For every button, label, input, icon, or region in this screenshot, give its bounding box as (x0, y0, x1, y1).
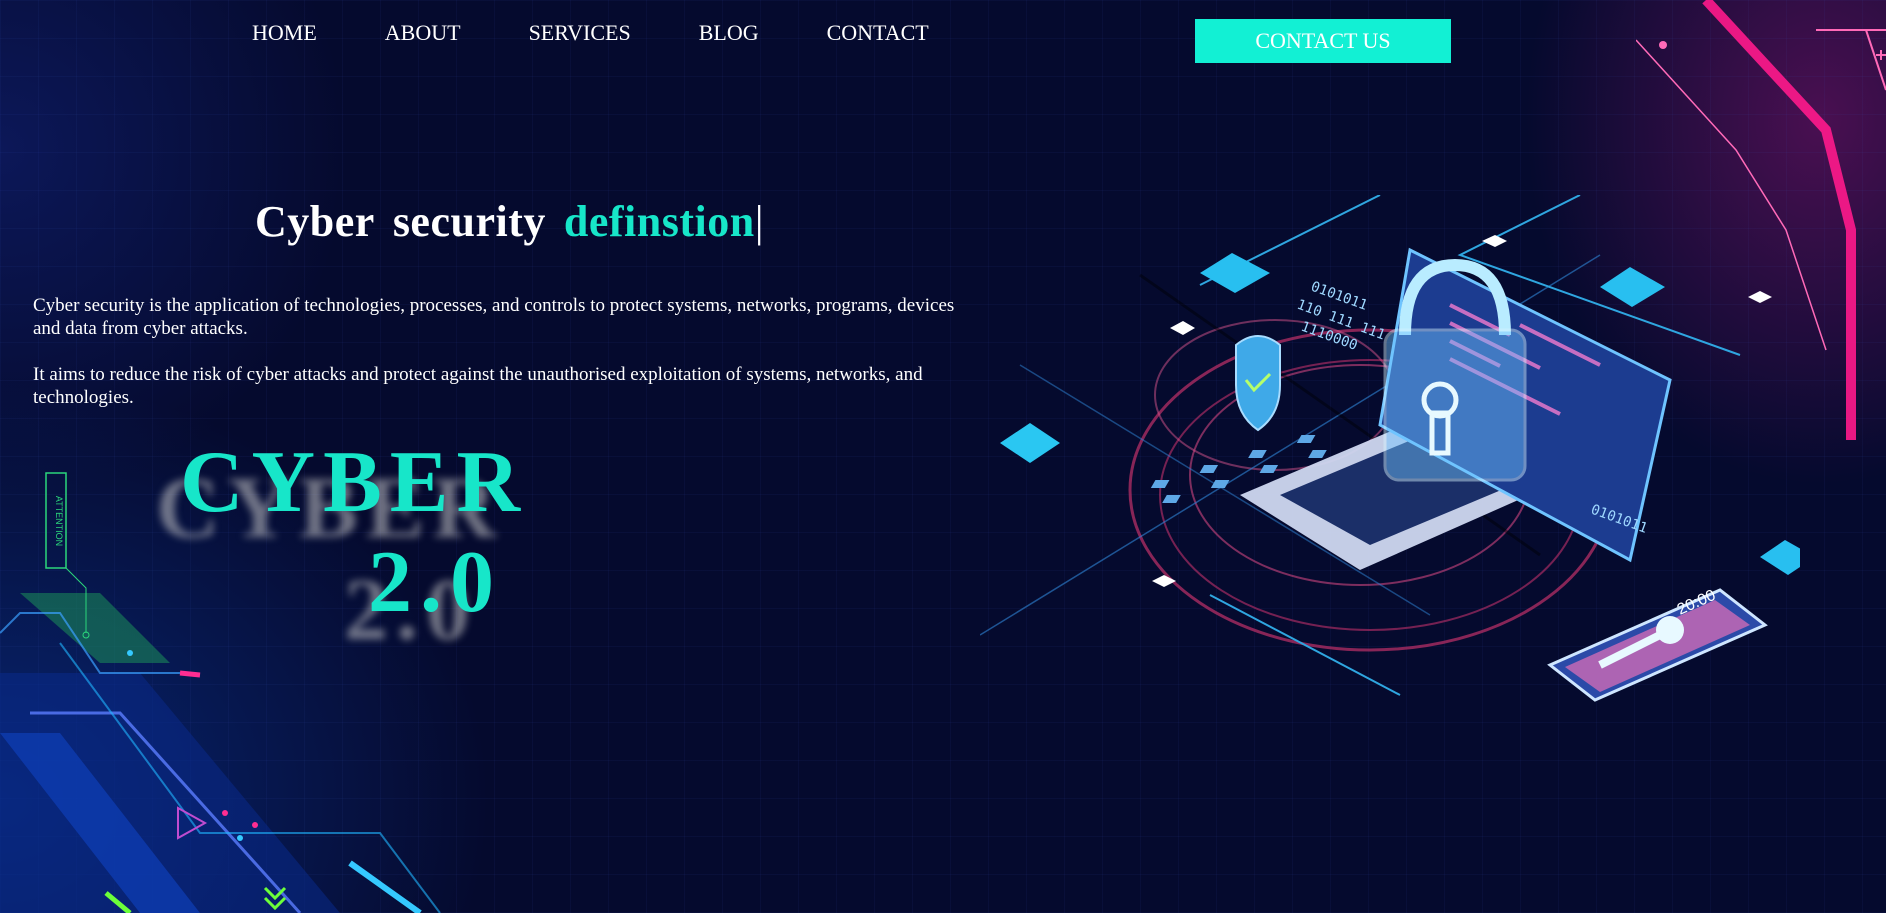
binary-text-1: 0101011 (1309, 279, 1370, 314)
phone-time: 20:00 (1675, 587, 1719, 619)
main-nav: HOME ABOUT SERVICES BLOG CONTACT (252, 20, 929, 46)
binary-text-3: 1110000 (1299, 319, 1360, 354)
heading-word-cyber: Cyber (255, 197, 375, 246)
nav-services[interactable]: SERVICES (529, 20, 631, 46)
heading-highlight: definstion (563, 197, 755, 246)
binary-text-4: 0101011 (1589, 502, 1650, 537)
binary-text-2: 110 111 111 (1295, 297, 1388, 344)
heading-word-security: security (392, 197, 546, 246)
nav-home[interactable]: HOME (252, 20, 317, 46)
nav-contact[interactable]: CONTACT (827, 20, 929, 46)
hero-paragraph-2: It aims to reduce the risk of cyber atta… (33, 364, 923, 408)
big-title-line1: CYBER (180, 434, 529, 531)
typing-caret: | (754, 197, 765, 246)
hero-paragraph-1: Cyber security is the application of tec… (33, 295, 955, 339)
nav-about[interactable]: ABOUT (385, 20, 461, 46)
laptop-lock-illustration: 0101011 110 111 111 1110000 0101011 20:0… (980, 195, 1800, 702)
hero-heading: Cyber security definstion| (255, 196, 764, 247)
top-right-circuit-decoration (1636, 0, 1886, 440)
contact-us-button[interactable]: CONTACT US (1195, 19, 1451, 63)
nav-blog[interactable]: BLOG (699, 20, 759, 46)
attention-label: ATTENTION (54, 496, 64, 546)
big-title-line2: 2.0 (368, 534, 502, 631)
